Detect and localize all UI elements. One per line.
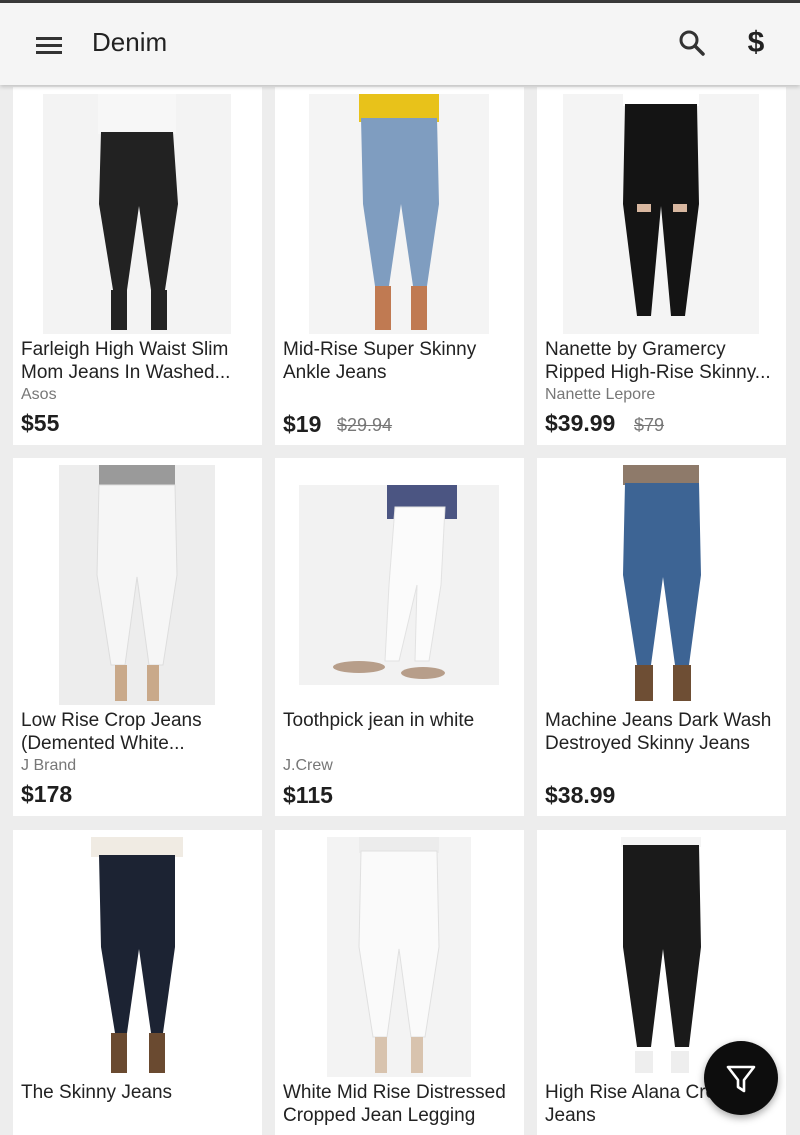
jeans-illustration bbox=[43, 94, 231, 334]
product-name: Machine Jeans Dark Wash Destroyed Skinny… bbox=[545, 710, 772, 754]
product-image bbox=[309, 94, 489, 334]
filter-icon bbox=[726, 1065, 756, 1093]
product-price: $38.99 bbox=[545, 782, 616, 808]
jeans-illustration bbox=[309, 94, 489, 334]
product-image bbox=[599, 837, 723, 1077]
original-price: $79 bbox=[634, 415, 665, 435]
jeans-illustration bbox=[599, 837, 723, 1077]
product-card[interactable]: White Mid Rise Distressed Cropped Jean L… bbox=[275, 830, 524, 1135]
product-image bbox=[299, 485, 499, 685]
product-image bbox=[563, 94, 759, 334]
product-card[interactable]: Mid-Rise Super Skinny Ankle Jeans $19 $2… bbox=[275, 87, 524, 445]
product-name: Mid-Rise Super Skinny Ankle Jeans bbox=[283, 339, 477, 383]
product-image bbox=[59, 465, 215, 705]
product-card[interactable]: Machine Jeans Dark Wash Destroyed Skinny… bbox=[537, 458, 786, 816]
product-brand: J.Crew bbox=[283, 757, 333, 774]
product-price: $178 bbox=[21, 781, 73, 807]
product-brand: Nanette Lepore bbox=[545, 386, 656, 403]
jeans-illustration bbox=[59, 465, 215, 705]
jeans-illustration bbox=[299, 485, 499, 685]
jeans-illustration bbox=[563, 94, 759, 334]
jeans-illustration bbox=[75, 837, 199, 1077]
product-brand: J Brand bbox=[21, 757, 77, 774]
page-title: Denim bbox=[92, 27, 168, 57]
product-image bbox=[43, 94, 231, 334]
product-price: $115 bbox=[283, 782, 333, 808]
product-card[interactable]: Farleigh High Waist Slim Mom Jeans In Wa… bbox=[13, 87, 262, 445]
filter-button[interactable] bbox=[704, 1041, 778, 1115]
product-card[interactable]: Low Rise Crop Jeans (Demented White... J… bbox=[13, 458, 262, 816]
product-image bbox=[75, 837, 199, 1077]
product-card[interactable]: The Skinny Jeans bbox=[13, 830, 262, 1135]
dollar-icon[interactable]: $ bbox=[740, 25, 772, 61]
product-name: Farleigh High Waist Slim Mom Jeans In Wa… bbox=[21, 339, 231, 383]
product-price: $55 bbox=[21, 410, 60, 436]
product-card[interactable]: Toothpick jean in white J.Crew $115 bbox=[275, 458, 524, 816]
search-icon[interactable] bbox=[674, 25, 710, 61]
product-brand: Asos bbox=[21, 386, 57, 403]
product-price: $39.99 bbox=[545, 410, 616, 436]
product-name: White Mid Rise Distressed Cropped Jean L… bbox=[283, 1082, 506, 1126]
product-grid: Farleigh High Waist Slim Mom Jeans In Wa… bbox=[0, 0, 800, 1135]
app-bar: Denim $ bbox=[0, 3, 800, 85]
original-price: $29.94 bbox=[337, 415, 393, 435]
product-name: Toothpick jean in white bbox=[283, 710, 475, 731]
product-image bbox=[327, 837, 471, 1077]
product-name: Low Rise Crop Jeans (Demented White... bbox=[21, 710, 202, 754]
product-image bbox=[583, 465, 739, 705]
product-name: The Skinny Jeans bbox=[21, 1082, 173, 1103]
product-price: $19 bbox=[283, 411, 322, 437]
product-card[interactable]: Nanette by Gramercy Ripped High-Rise Ski… bbox=[537, 87, 786, 445]
product-name: Nanette by Gramercy Ripped High-Rise Ski… bbox=[545, 339, 771, 383]
jeans-illustration bbox=[327, 837, 471, 1077]
jeans-illustration bbox=[583, 465, 739, 705]
hamburger-menu-icon[interactable] bbox=[30, 29, 68, 63]
